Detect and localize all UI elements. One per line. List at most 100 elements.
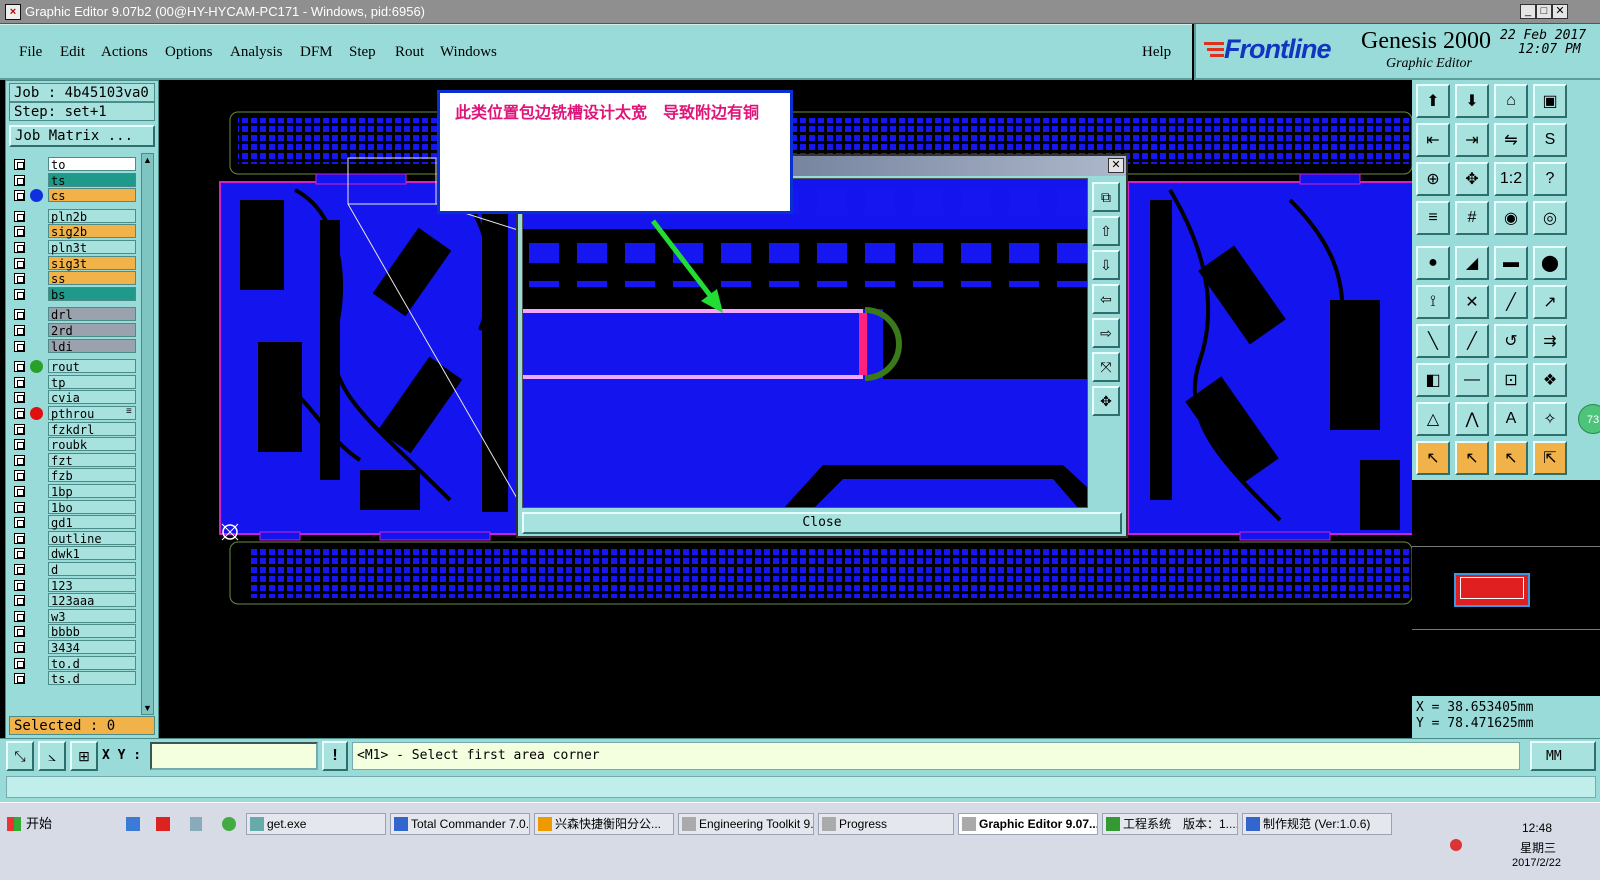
layer-checkbox[interactable]	[14, 288, 25, 300]
layer-name[interactable]: bs	[48, 286, 136, 302]
split-icon[interactable]: ⇉	[1533, 324, 1567, 358]
layers-icon[interactable]: ≡	[1416, 201, 1450, 235]
layer-checkbox[interactable]	[14, 376, 25, 388]
layer-row[interactable]: outline	[10, 530, 138, 546]
layer-name[interactable]: pthrou	[48, 406, 136, 421]
select-multi-icon[interactable]: ⇱	[1533, 441, 1567, 475]
layer-checkbox[interactable]	[14, 392, 25, 404]
window-icon[interactable]: ▣	[1533, 84, 1567, 118]
taskbar-item[interactable]: Total Commander 7.0...	[390, 813, 530, 835]
zoom-close-x[interactable]: ✕	[1108, 158, 1124, 173]
taskbar-item[interactable]: Progress	[818, 813, 954, 835]
layer-checkbox[interactable]	[14, 408, 25, 419]
layer-row[interactable]: 123aaa	[10, 593, 138, 608]
snap-icon[interactable]: S	[1533, 123, 1567, 157]
layer-row[interactable]: 123	[10, 577, 138, 593]
layer-checkbox[interactable]	[14, 361, 25, 373]
minimize-button[interactable]: _	[1520, 4, 1536, 19]
layer-checkbox[interactable]	[14, 532, 25, 544]
layer-checkbox[interactable]	[14, 548, 25, 560]
layer-row[interactable]: to	[10, 157, 138, 172]
minus-icon[interactable]: —	[1455, 363, 1489, 397]
layer-row[interactable]: pln3t	[10, 240, 138, 255]
zoom-pan-icon[interactable]: ⧉	[1092, 182, 1120, 212]
taskbar-item[interactable]: 工程系统 版本：1....	[1102, 813, 1238, 835]
layer-name[interactable]: pln3t	[48, 240, 136, 255]
menu-edit[interactable]: Edit	[60, 44, 85, 61]
zoom-right-icon[interactable]: ⇨	[1092, 318, 1120, 348]
notification-badge[interactable]: 73	[1578, 404, 1600, 434]
layer-checkbox[interactable]	[14, 642, 25, 653]
dot-icon[interactable]: ⬤	[1533, 246, 1567, 280]
layer-checkbox[interactable]	[14, 657, 25, 669]
highlight-icon[interactable]: ◉	[1494, 201, 1528, 235]
menu-dfm[interactable]: DFM	[300, 44, 333, 61]
scale-icon[interactable]: 1:2	[1494, 162, 1528, 196]
menu-help[interactable]: Help	[1142, 44, 1171, 61]
menu-actions[interactable]: Actions	[101, 44, 148, 61]
layer-row[interactable]: to.d	[10, 655, 138, 671]
arrow-icon[interactable]: ↗	[1533, 285, 1567, 319]
layer-name[interactable]: gd1	[48, 515, 136, 530]
layer-checkbox[interactable]	[14, 309, 25, 321]
taskbar-item[interactable]: get.exe	[246, 813, 386, 835]
layer-name[interactable]: fzkdrl	[48, 421, 136, 437]
help-icon[interactable]: ?	[1533, 162, 1567, 196]
center-icon[interactable]: ✥	[1455, 162, 1489, 196]
slant-icon[interactable]: ╲	[1416, 324, 1450, 358]
display-icon[interactable]: ⬆	[1416, 84, 1450, 118]
select-alt-icon[interactable]: ↖	[1455, 441, 1489, 475]
layer-row[interactable]: roubk	[10, 437, 138, 452]
layer-checkbox[interactable]	[14, 242, 25, 253]
layer-row[interactable]: 3434	[10, 640, 138, 655]
grid-snap-icon[interactable]: ⊞	[70, 741, 98, 771]
layer-checkbox[interactable]	[14, 273, 25, 285]
xy-input[interactable]	[150, 742, 318, 770]
draw-icon[interactable]: ◢	[1455, 246, 1489, 280]
layer-checkbox[interactable]	[14, 439, 25, 451]
layer-row[interactable]: sig2b	[10, 224, 138, 239]
layer-name[interactable]: cs	[48, 188, 136, 203]
start-button[interactable]: 开始	[4, 813, 60, 835]
layer-name[interactable]: bbbb	[48, 624, 136, 639]
zoom-out-icon[interactable]: ⇥	[1455, 123, 1489, 157]
stroke-icon[interactable]: ╱	[1455, 324, 1489, 358]
layer-row[interactable]: dwk1	[10, 546, 138, 561]
home-icon[interactable]: ⌂	[1494, 84, 1528, 118]
ruler-icon[interactable]: ▬	[1494, 246, 1528, 280]
layer-checkbox[interactable]	[14, 340, 25, 352]
layer-name[interactable]: 123	[48, 577, 136, 593]
menu-rout[interactable]: Rout	[395, 44, 424, 61]
layer-name[interactable]: sig2b	[48, 224, 136, 239]
desktop-icon[interactable]	[126, 817, 140, 831]
warning-icon[interactable]: !	[322, 741, 348, 771]
calculator-icon[interactable]	[190, 817, 202, 831]
layer-name[interactable]: drl	[48, 307, 136, 322]
fit-icon[interactable]: ⊕	[1416, 162, 1450, 196]
layer-name[interactable]: 123aaa	[48, 593, 136, 608]
layer-checkbox[interactable]	[14, 673, 25, 685]
layer-row[interactable]: w3	[10, 608, 138, 624]
layer-name[interactable]: outline	[48, 530, 136, 546]
layer-name[interactable]: sig3t	[48, 255, 136, 271]
group-icon[interactable]: ❖	[1533, 363, 1567, 397]
prompt-field[interactable]	[6, 776, 1596, 798]
layer-name[interactable]: ts.d	[48, 671, 136, 686]
taskbar-item[interactable]: 制作规范 (Ver:1.0.6)	[1242, 813, 1392, 835]
layer-checkbox[interactable]	[14, 423, 25, 435]
pdf-icon[interactable]	[156, 817, 170, 831]
tray-icon[interactable]	[1450, 839, 1462, 851]
layer-checkbox[interactable]	[14, 610, 25, 622]
select-box-icon[interactable]: ↖	[1494, 441, 1528, 475]
copy-icon[interactable]: ◧	[1416, 363, 1450, 397]
zoom-fit-icon[interactable]: ⤧	[1092, 352, 1120, 382]
layer-row[interactable]: sig3t	[10, 255, 138, 271]
layer-name[interactable]: fzt	[48, 452, 136, 468]
measure-icon[interactable]: ⦣	[38, 741, 66, 771]
pad-icon[interactable]: ●	[1416, 246, 1450, 280]
layer-row[interactable]: bs	[10, 286, 138, 302]
net-icon[interactable]: ◎	[1533, 201, 1567, 235]
pan-icon[interactable]: ⇋	[1494, 123, 1528, 157]
layer-row[interactable]: bbbb	[10, 624, 138, 639]
layer-name[interactable]: to	[48, 157, 136, 172]
